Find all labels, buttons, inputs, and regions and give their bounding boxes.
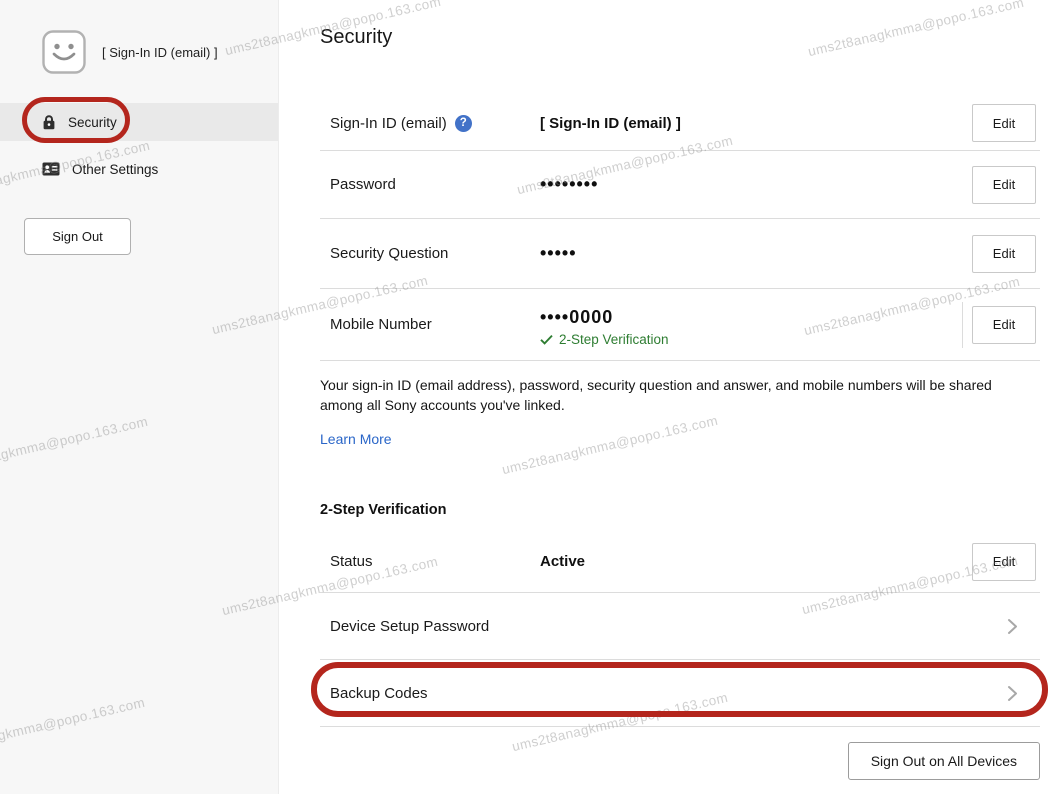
row-label: Backup Codes <box>330 685 428 702</box>
row-label: Security Question <box>330 245 448 262</box>
two-step-status-label: 2-Step Verification <box>559 332 669 347</box>
sidebar-item-other-settings[interactable]: Other Settings <box>0 151 278 187</box>
edit-sign-in-id-button[interactable]: Edit <box>972 104 1036 142</box>
sidebar-item-label: Other Settings <box>72 162 158 177</box>
sign-out-button[interactable]: Sign Out <box>24 218 131 255</box>
sidebar-nav: Security Other Settings <box>0 103 278 187</box>
row-mobile-number: Mobile Number ••••0000 2-Step Verificati… <box>320 289 1040 361</box>
account-summary: [ Sign-In ID (email) ] <box>42 30 218 74</box>
row-label: Device Setup Password <box>330 618 489 635</box>
row-sign-in-id: Sign-In ID (email) ? [ Sign-In ID (email… <box>320 96 1040 151</box>
edit-two-step-status-button[interactable]: Edit <box>972 543 1036 581</box>
sign-in-id-value: [ Sign-In ID (email) ] <box>540 115 972 132</box>
row-label: Mobile Number <box>330 316 432 333</box>
row-label: Password <box>330 176 396 193</box>
security-question-masked-value: ••••• <box>540 243 972 264</box>
sidebar-item-label: Security <box>68 115 117 130</box>
account-security-page: [ Sign-In ID (email) ] Security <box>0 0 1057 794</box>
row-password: Password •••••••• Edit <box>320 151 1040 219</box>
lock-icon <box>42 114 56 130</box>
chevron-right-icon <box>1007 685 1018 702</box>
chevron-right-icon <box>1007 618 1018 635</box>
sidebar: [ Sign-In ID (email) ] Security <box>0 0 279 794</box>
row-backup-codes[interactable]: Backup Codes <box>320 660 1040 727</box>
shared-accounts-note: Your sign-in ID (email address), passwor… <box>320 376 1017 415</box>
mobile-number-masked-value: ••••0000 <box>540 307 962 328</box>
security-settings-panel: Sign-In ID (email) ? [ Sign-In ID (email… <box>320 96 1040 780</box>
help-icon[interactable]: ? <box>455 115 472 132</box>
two-step-status-value: Active <box>540 553 972 570</box>
avatar-icon <box>42 30 86 74</box>
account-id-label: [ Sign-In ID (email) ] <box>102 45 218 60</box>
divider <box>962 302 963 348</box>
page-title: Security <box>320 26 392 49</box>
row-label: Sign-In ID (email) <box>330 115 447 132</box>
row-two-step-status: Status Active Edit <box>320 531 1040 593</box>
row-device-setup-password[interactable]: Device Setup Password <box>320 593 1040 660</box>
id-card-icon <box>42 162 60 176</box>
password-masked-value: •••••••• <box>540 174 972 195</box>
watermark-text: ums2t8anagkmma@popo.163.com <box>807 0 1026 59</box>
learn-more-link[interactable]: Learn More <box>320 431 392 447</box>
row-security-question: Security Question ••••• Edit <box>320 219 1040 289</box>
edit-mobile-number-button[interactable]: Edit <box>972 306 1036 344</box>
two-step-status-badge: 2-Step Verification <box>540 332 962 347</box>
bottom-actions: Sign Out on All Devices <box>320 742 1040 780</box>
two-step-section-heading: 2-Step Verification <box>320 502 1040 518</box>
row-label: Status <box>330 553 373 570</box>
edit-security-question-button[interactable]: Edit <box>972 235 1036 273</box>
sign-out-all-devices-button[interactable]: Sign Out on All Devices <box>848 742 1040 780</box>
edit-password-button[interactable]: Edit <box>972 166 1036 204</box>
check-icon <box>540 334 553 345</box>
sidebar-item-security[interactable]: Security <box>0 103 278 141</box>
